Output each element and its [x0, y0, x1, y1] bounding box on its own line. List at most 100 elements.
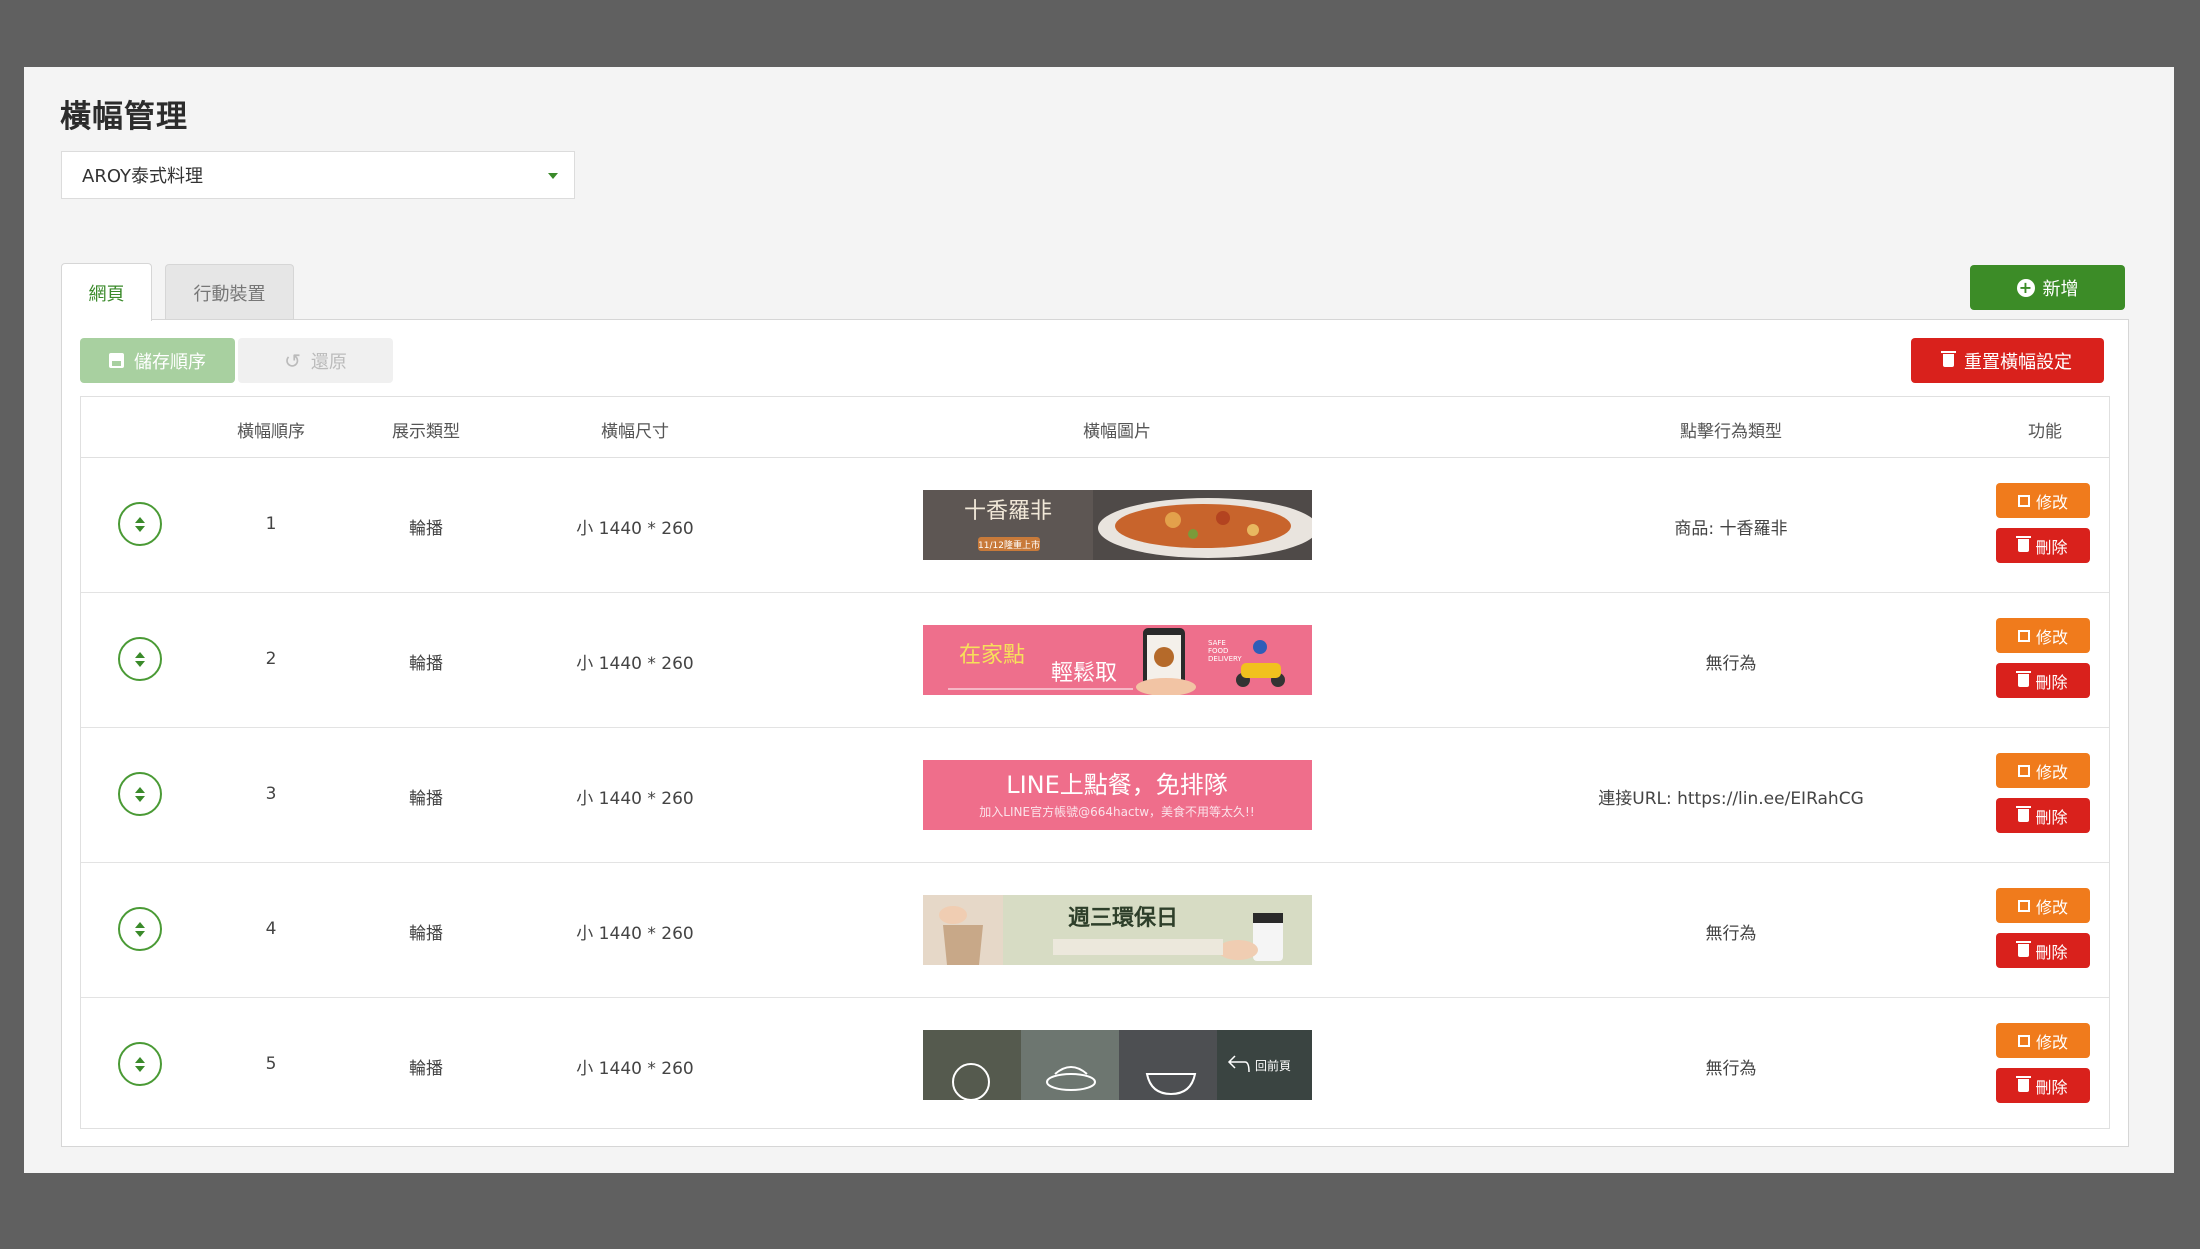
banner-management-panel: 橫幅管理 AROY泰式料理 網頁 行動裝置 + 新增 儲存順序 ↺ 還原 重置橫…	[24, 67, 2174, 1173]
delete-label: 刪除	[2035, 1077, 2068, 1097]
header-image: 橫幅圖片	[1083, 422, 1151, 442]
add-banner-label: 新增	[2042, 278, 2079, 300]
tab-web-label: 網頁	[88, 283, 125, 305]
row-order: 2	[265, 649, 277, 669]
plus-circle-icon: +	[2016, 278, 2035, 297]
trash-icon	[2016, 536, 2032, 552]
header-order: 橫幅順序	[237, 422, 305, 442]
banner-headline: 週三環保日	[1068, 906, 1178, 931]
edit-icon	[2017, 494, 2030, 507]
store-select-value: AROY泰式料理	[82, 166, 203, 187]
row-order: 1	[265, 514, 277, 534]
row-display-type: 輪播	[409, 789, 443, 809]
undo-icon: ↺	[284, 348, 301, 373]
edit-label: 修改	[2035, 627, 2068, 647]
reset-banner-settings-button[interactable]: 重置橫幅設定	[1911, 338, 2104, 383]
row-action-type: 無行為	[1705, 1059, 1757, 1079]
trash-icon	[2016, 806, 2032, 822]
edit-icon	[2017, 899, 2030, 912]
banner-image: 回前頁	[923, 1030, 1312, 1100]
delete-button[interactable]: 刪除	[1996, 933, 2090, 968]
drag-handle-icon[interactable]	[118, 772, 162, 816]
edit-button[interactable]: 修改	[1996, 618, 2090, 653]
save-order-label: 儲存順序	[134, 351, 206, 373]
row-display-type: 輪播	[409, 519, 443, 539]
delete-button[interactable]: 刪除	[1996, 1068, 2090, 1103]
row-display-type: 輪播	[409, 924, 443, 944]
banner-image: 週三環保日	[923, 895, 1312, 965]
banner-headline: LINE上點餐，免排隊	[1006, 771, 1228, 799]
row-size: 小 1440 * 260	[576, 519, 694, 539]
save-order-button[interactable]: 儲存順序	[80, 338, 235, 383]
edit-label: 修改	[2035, 492, 2068, 512]
table-header: 橫幅順序 展示類型 橫幅尺寸 橫幅圖片 點擊行為類型 功能	[81, 397, 2109, 458]
row-display-type: 輪播	[409, 1059, 443, 1079]
banner-image: 十香羅非 11/12隆重上市	[923, 490, 1312, 560]
table-row: 1 輪播 小 1440 * 260 十香羅非 11/12隆重上市 商品: 十香羅…	[81, 458, 2109, 593]
row-action-type: 無行為	[1705, 654, 1757, 674]
banner-subline: 11/12隆重上市	[978, 539, 1040, 551]
tab-mobile[interactable]: 行動裝置	[165, 264, 294, 320]
delete-button[interactable]: 刪除	[1996, 663, 2090, 698]
row-size: 小 1440 * 260	[576, 924, 694, 944]
tab-mobile-label: 行動裝置	[193, 283, 266, 305]
row-size: 小 1440 * 260	[576, 1059, 694, 1079]
table-row: 5 輪播 小 1440 * 260 回前頁 無行為 修改 刪除	[81, 998, 2109, 1133]
edit-button[interactable]: 修改	[1996, 1023, 2090, 1058]
delete-label: 刪除	[2035, 942, 2068, 962]
trash-icon	[2016, 941, 2032, 957]
page-title: 橫幅管理	[60, 99, 188, 135]
banner-headline: 在家點	[959, 643, 1025, 668]
table-row: 3 輪播 小 1440 * 260 LINE上點餐，免排隊 加入LINE官方帳號…	[81, 728, 2109, 863]
trash-icon	[2016, 1076, 2032, 1092]
delete-label: 刪除	[2035, 537, 2068, 557]
banner-headline: 回前頁	[1255, 1058, 1291, 1073]
edit-button[interactable]: 修改	[1996, 888, 2090, 923]
edit-button[interactable]: 修改	[1996, 753, 2090, 788]
edit-icon	[2017, 1034, 2030, 1047]
header-action-type: 點擊行為類型	[1680, 422, 1782, 442]
tab-web[interactable]: 網頁	[61, 263, 152, 321]
row-action-type: 商品: 十香羅非	[1674, 519, 1788, 539]
add-banner-button[interactable]: + 新增	[1970, 265, 2125, 310]
banner-list-container: 儲存順序 ↺ 還原 重置橫幅設定 橫幅順序 展示類型 橫幅尺寸 橫幅圖片 點擊行…	[61, 319, 2129, 1147]
reset-banner-settings-label: 重置橫幅設定	[1964, 351, 2072, 373]
drag-handle-icon[interactable]	[118, 1042, 162, 1086]
delete-button[interactable]: 刪除	[1996, 798, 2090, 833]
row-order: 5	[265, 1054, 277, 1074]
restore-button[interactable]: ↺ 還原	[238, 338, 393, 383]
row-action-type: 連接URL: https://lin.ee/EIRahCG	[1598, 789, 1864, 809]
banner-image: SAFE FOOD DELIVERY 在家點 輕鬆取	[923, 625, 1312, 695]
drag-handle-icon[interactable]	[118, 907, 162, 951]
edit-button[interactable]: 修改	[1996, 483, 2090, 518]
svg-text:DELIVERY: DELIVERY	[1208, 655, 1242, 663]
row-order: 4	[265, 919, 277, 939]
row-size: 小 1440 * 260	[576, 654, 694, 674]
edit-label: 修改	[2035, 762, 2068, 782]
table-row: 4 輪播 小 1440 * 260 週三環保日 無行為 修改 刪除	[81, 863, 2109, 998]
drag-handle-icon[interactable]	[118, 502, 162, 546]
banner-subline: 輕鬆取	[1051, 661, 1117, 686]
drag-handle-icon[interactable]	[118, 637, 162, 681]
edit-icon	[2017, 629, 2030, 642]
delete-label: 刪除	[2035, 807, 2068, 827]
banner-image: LINE上點餐，免排隊 加入LINE官方帳號@664hactw，美食不用等太久!…	[923, 760, 1312, 830]
trash-icon	[2016, 671, 2032, 687]
svg-text:FOOD: FOOD	[1208, 647, 1228, 655]
edit-label: 修改	[2035, 1032, 2068, 1052]
delete-button[interactable]: 刪除	[1996, 528, 2090, 563]
row-size: 小 1440 * 260	[576, 789, 694, 809]
banner-table: 橫幅順序 展示類型 橫幅尺寸 橫幅圖片 點擊行為類型 功能 1 輪播 小 144…	[80, 396, 2110, 1129]
save-icon	[109, 353, 124, 368]
banner-subline: 加入LINE官方帳號@664hactw，美食不用等太久!!	[979, 804, 1254, 819]
header-size: 橫幅尺寸	[601, 422, 669, 442]
row-action-type: 無行為	[1705, 924, 1757, 944]
banner-headline: 十香羅非	[964, 499, 1052, 524]
header-display-type: 展示類型	[392, 422, 460, 442]
trash-icon	[1941, 351, 1956, 367]
svg-text:SAFE: SAFE	[1208, 639, 1226, 647]
restore-label: 還原	[310, 351, 347, 373]
edit-icon	[2017, 764, 2030, 777]
row-display-type: 輪播	[409, 654, 443, 674]
store-select[interactable]: AROY泰式料理	[61, 151, 575, 199]
